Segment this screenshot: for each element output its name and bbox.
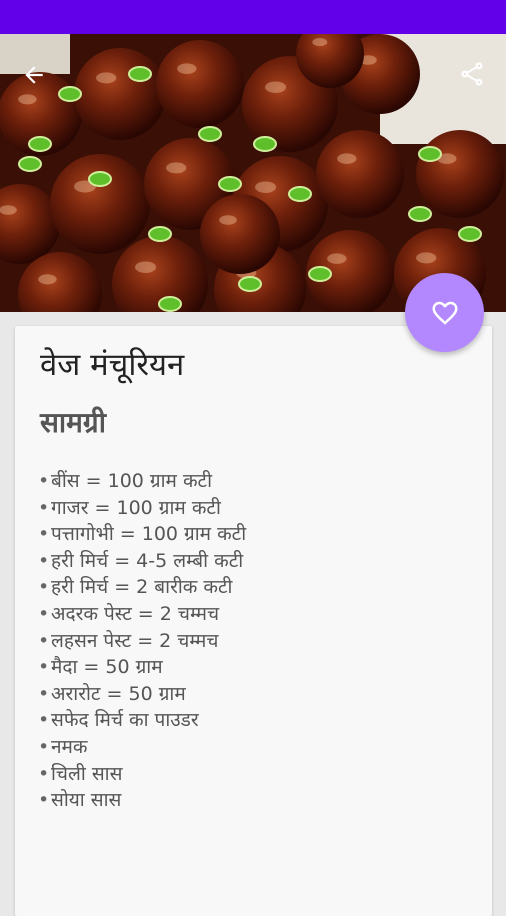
bullet-marker: • — [38, 682, 50, 705]
share-icon — [461, 62, 483, 86]
bullet-marker: • — [38, 470, 50, 492]
ingredient-item: •पत्तागोभी = 100 ग्राम कटी — [38, 521, 246, 548]
favorite-button[interactable] — [405, 273, 484, 352]
ingredients-heading: सामग्री — [40, 406, 106, 439]
ingredient-text: गाजर = 100 ग्राम कटी — [51, 496, 221, 519]
ingredient-item: •सोया सास — [38, 787, 246, 814]
heart-outline-icon — [432, 301, 457, 325]
ingredient-text: पत्तागोभी = 100 ग्राम कटी — [51, 523, 247, 546]
ingredient-text: सोया सास — [51, 789, 122, 812]
ingredient-text: अरारोट = 50 ग्राम — [51, 682, 186, 705]
ingredient-text: चिली सास — [51, 762, 123, 785]
ingredient-text: लहसन पेस्ट = 2 चम्मच — [51, 629, 219, 652]
bullet-marker: • — [38, 762, 50, 785]
ingredient-text: सफेद मिर्च का पाउडर — [51, 709, 199, 732]
status-bar — [0, 0, 506, 34]
bullet-marker: • — [38, 789, 50, 812]
ingredient-item: •अरारोट = 50 ग्राम — [38, 681, 246, 708]
bullet-marker: • — [38, 709, 50, 732]
ingredient-text: हरी मिर्च = 2 बारीक कटी — [51, 576, 233, 599]
recipe-hero-image — [0, 34, 506, 312]
back-button[interactable] — [14, 58, 54, 92]
ingredient-text: नमक — [51, 735, 88, 758]
ingredient-text: अदरक पेस्ट = 2 चम्मच — [51, 602, 220, 625]
ingredient-item: •अदरक पेस्ट = 2 चम्मच — [38, 601, 246, 628]
bullet-marker: • — [38, 523, 50, 546]
ingredient-text: हरी मिर्च = 4-5 लम्बी कटी — [51, 549, 244, 572]
ingredients-list: •बींस = 100 ग्राम कटी •गाजर = 100 ग्राम क… — [38, 468, 246, 814]
ingredient-item: •हरी मिर्च = 2 बारीक कटी — [38, 574, 246, 601]
ingredient-item: •मैदा = 50 ग्राम — [38, 654, 246, 681]
ingredient-item: •हरी मिर्च = 4-5 लम्बी कटी — [38, 548, 246, 575]
arrow-back-icon — [25, 66, 43, 84]
ingredient-item: •बींस = 100 ग्राम कटी — [38, 468, 246, 495]
bullet-marker: • — [38, 602, 50, 625]
ingredient-item: •गाजर = 100 ग्राम कटी — [38, 495, 246, 522]
ingredient-text: मैदा = 50 ग्राम — [51, 656, 163, 679]
bullet-marker: • — [38, 656, 50, 679]
bullet-marker: • — [38, 576, 50, 599]
food-photo — [0, 34, 506, 312]
bullet-marker: • — [38, 549, 50, 572]
ingredient-item: •चिली सास — [38, 761, 246, 788]
bullet-marker: • — [38, 629, 50, 652]
ingredient-item: •लहसन पेस्ट = 2 चम्मच — [38, 628, 246, 655]
bullet-marker: • — [38, 496, 50, 519]
recipe-title: वेज मंचूरियन — [40, 347, 185, 383]
ingredient-item: •सफेद मिर्च का पाउडर — [38, 707, 246, 734]
bullet-marker: • — [38, 735, 50, 758]
share-button[interactable] — [452, 56, 492, 92]
ingredient-text: बींस = 100 ग्राम कटी — [51, 470, 213, 492]
ingredient-item: •नमक — [38, 734, 246, 761]
